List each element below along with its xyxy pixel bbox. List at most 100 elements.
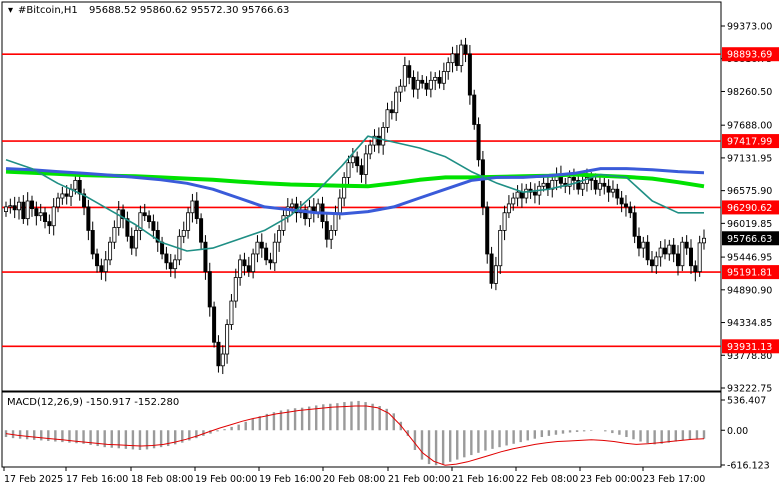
candle-body	[636, 235, 641, 249]
price-tick-label: 97688.00	[727, 121, 772, 132]
moving-averages	[5, 135, 705, 252]
time-tick-label: 23 Feb 00:00	[580, 474, 642, 485]
time-axis: 17 Feb 2025 17 Feb 16:00 18 Feb 08:00 19 Fe…	[3, 467, 705, 485]
candle-body	[658, 247, 663, 258]
candle-body	[632, 212, 637, 237]
candle-body	[337, 197, 342, 214]
candle-body	[277, 230, 282, 243]
time-tick-label: 21 Feb 16:00	[452, 474, 514, 485]
candle-body	[385, 109, 390, 128]
candle-body	[246, 265, 251, 273]
candle-body	[411, 76, 416, 90]
candle-body	[355, 156, 360, 167]
candle-body	[684, 241, 689, 249]
candle-body	[680, 241, 685, 267]
candles[interactable]	[4, 37, 707, 375]
candle-body	[571, 177, 576, 181]
candle-body	[472, 94, 477, 125]
candle-body	[229, 300, 234, 325]
candle-body	[86, 206, 91, 231]
candle-body	[524, 188, 529, 199]
candle-body	[203, 241, 208, 273]
candle-body	[160, 241, 165, 255]
candle-body	[519, 191, 524, 199]
candle-body	[268, 259, 273, 264]
time-tick-label: 19 Feb 16:00	[259, 474, 321, 485]
candle-body	[281, 215, 286, 231]
time-tick-label: 17 Feb 16:00	[66, 474, 128, 485]
candle-body	[151, 221, 156, 231]
candle-body	[56, 197, 61, 208]
candle-body	[580, 182, 585, 190]
moving-average-line	[5, 135, 704, 252]
candle-body	[255, 241, 260, 255]
candle-body	[186, 212, 191, 231]
candle-body	[47, 221, 52, 227]
candle-body	[420, 79, 425, 84]
candle-body	[112, 227, 117, 243]
candle-body	[671, 244, 676, 255]
candle-body	[610, 188, 615, 193]
candle-body	[502, 212, 507, 231]
candle-body	[402, 65, 407, 87]
candle-body	[212, 306, 217, 343]
candle-body	[511, 197, 516, 205]
candle-body	[485, 206, 490, 255]
level-tag-label: 96290.62	[727, 203, 772, 214]
chart-canvas[interactable]: 536.4070.00-616.123 99373.0098816.759826…	[0, 0, 781, 489]
chart-window: 536.4070.00-616.123 99373.0098816.759826…	[0, 0, 781, 489]
price-tick-label: 99373.00	[727, 22, 772, 33]
candle-body	[34, 208, 39, 217]
candle-body	[376, 135, 381, 146]
candle-body	[290, 203, 295, 208]
macd-tick-label: 536.407	[727, 396, 766, 407]
candle-body	[415, 79, 420, 90]
candle-body	[424, 82, 429, 90]
candle-body	[77, 179, 82, 195]
candle-body	[60, 193, 65, 199]
candle-body	[498, 230, 503, 267]
time-tick-label: 21 Feb 00:00	[388, 474, 450, 485]
candle-body	[545, 182, 550, 190]
candle-body	[688, 247, 693, 267]
level-tag-label: 98893.69	[727, 50, 772, 61]
candle-body	[21, 201, 26, 220]
candle-body	[329, 230, 334, 240]
candle-body	[693, 265, 698, 273]
candle-body	[602, 182, 607, 187]
candle-body	[207, 271, 212, 308]
candle-body	[662, 247, 667, 255]
candle-body	[116, 209, 121, 228]
candle-body	[667, 244, 672, 255]
price-tick-label: 97131.95	[727, 153, 772, 164]
candle-body	[649, 259, 654, 267]
candle-body	[480, 159, 485, 208]
candle-body	[506, 203, 511, 214]
current-price-label: 95766.63	[727, 234, 772, 245]
candle-body	[220, 353, 225, 367]
candle-body	[428, 79, 433, 90]
macd-tick-label: 0.00	[727, 426, 748, 437]
candle-body	[702, 237, 707, 244]
candle-body	[238, 259, 243, 278]
candle-body	[164, 253, 169, 264]
candle-body	[645, 241, 650, 261]
candle-body	[233, 277, 238, 302]
level-tag-label: 97417.99	[727, 137, 772, 148]
candle-body	[654, 256, 659, 267]
candle-body	[8, 205, 13, 208]
candle-body	[199, 218, 204, 243]
candle-body	[51, 206, 56, 227]
candle-body	[64, 193, 69, 197]
candle-body	[463, 44, 468, 55]
candle-body	[216, 341, 221, 367]
price-tick-label: 95446.95	[727, 253, 772, 264]
candle-body	[190, 200, 195, 214]
candle-body	[641, 241, 646, 249]
candle-body	[264, 247, 269, 261]
candle-body	[398, 85, 403, 93]
candle-body	[459, 44, 464, 67]
macd-tick-label: -616.123	[727, 461, 770, 472]
candle-body	[30, 200, 35, 210]
price-tick-label: 94334.85	[727, 318, 772, 329]
